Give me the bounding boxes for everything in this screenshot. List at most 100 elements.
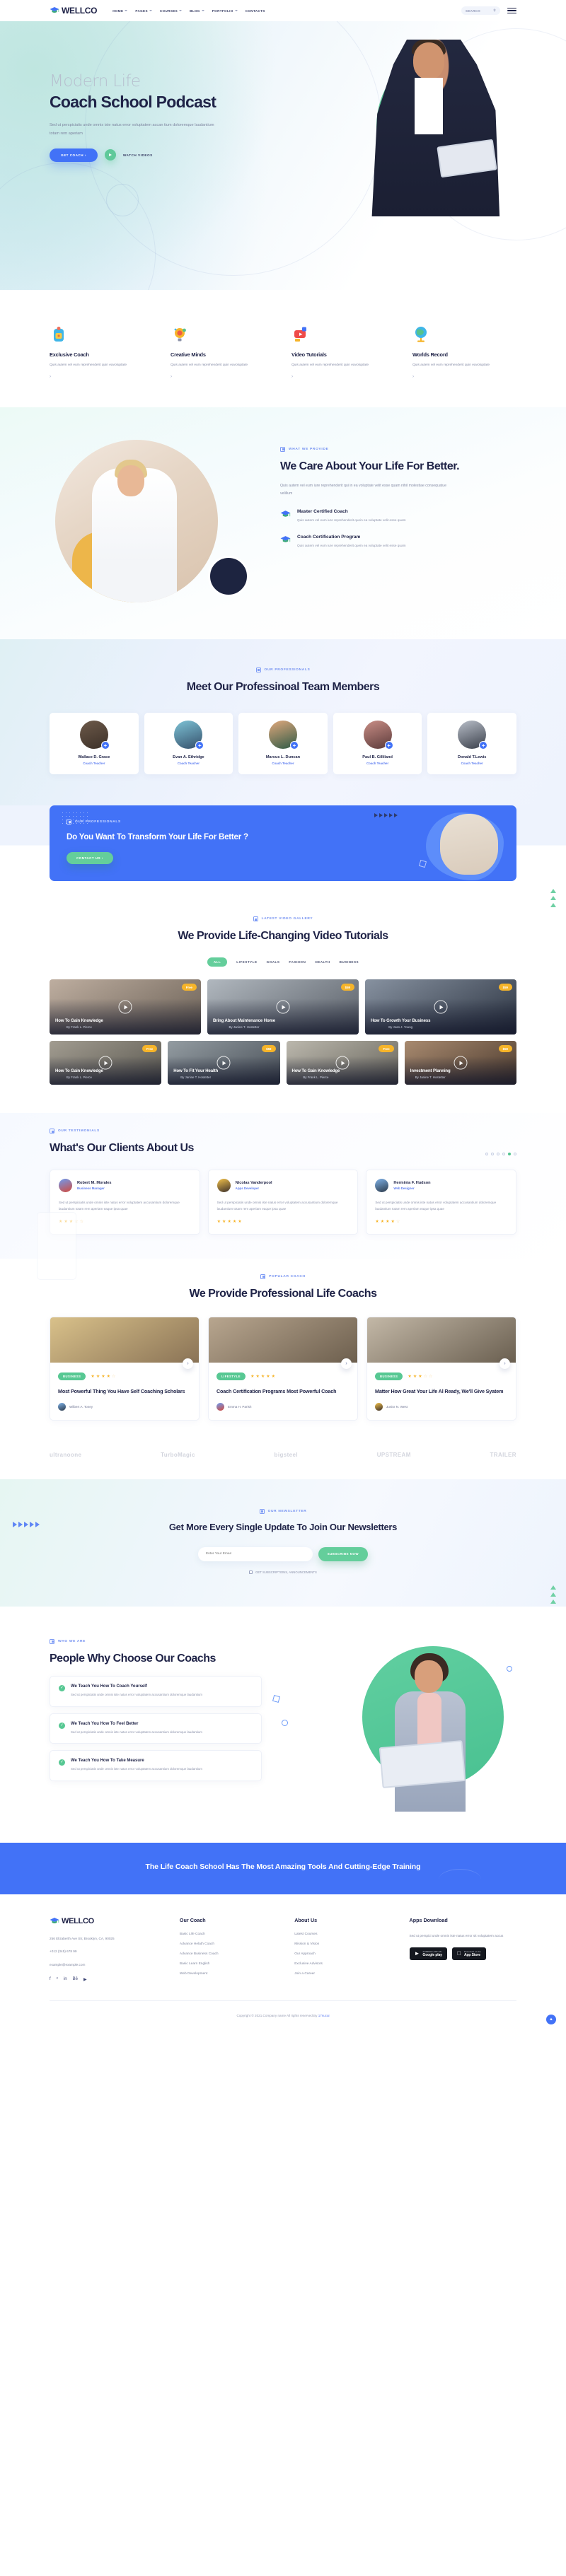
youtube-icon[interactable]: ▶ — [83, 1977, 87, 1982]
play-icon[interactable] — [454, 1056, 468, 1070]
email-field[interactable] — [198, 1546, 313, 1561]
filter-health[interactable]: HEALTH — [315, 957, 330, 967]
footer-link[interactable]: Our Approach — [294, 1952, 396, 1956]
checkbox-icon[interactable] — [249, 1570, 253, 1574]
play-icon[interactable] — [335, 1056, 350, 1070]
footer-link[interactable]: Exclusive Advisors — [294, 1962, 396, 1966]
team-card[interactable]: + Donald T.Lewis Coach Teacher — [427, 712, 516, 774]
filter-all[interactable]: ALL — [207, 957, 228, 967]
carousel-dot[interactable] — [497, 1153, 499, 1156]
nav-item-blog[interactable]: BLOG — [190, 9, 204, 13]
footer-link[interactable]: Web Development — [180, 1972, 282, 1976]
carousel-dots[interactable] — [485, 1153, 516, 1156]
footer-link[interactable]: Advance Helath Coach — [180, 1942, 282, 1946]
chevron-down-icon — [201, 10, 204, 11]
subscribe-button[interactable]: SUBSCRIBE NOW — [318, 1546, 368, 1561]
video-filters: ALL LIFESTYLE GOALS FASHION HEALTH BUSIN… — [50, 957, 516, 967]
why-laptop-prop — [379, 1739, 466, 1788]
video-card[interactable]: $59 How To Growth Your Business By Joan J… — [365, 979, 516, 1035]
coach-card[interactable]: › BUSINESS ★ ★ ★ ☆ ☆ Matter How Great Your L… — [366, 1316, 516, 1421]
video-card[interactable]: $59 Bring About Maintenance Home By Janin… — [207, 979, 359, 1035]
filter-business[interactable]: BUSINESS — [340, 957, 359, 967]
video-card[interactable]: $59 How To Fit Your Health By Janine T. H… — [168, 1041, 280, 1085]
footer-link[interactable]: Basic Life Coach — [180, 1933, 282, 1936]
google-play-button[interactable]: ► ANDROID APP ON Google play — [409, 1947, 447, 1961]
play-icon[interactable] — [118, 1000, 132, 1014]
plus-icon[interactable]: + — [384, 740, 393, 750]
feature-card[interactable]: Video Tutorials Quis autem vel eum repre… — [291, 325, 395, 379]
page-root: WELLCO HOME PAGES COURSES BLOG PORTFOLIO… — [0, 0, 566, 2035]
filter-goals[interactable]: GOALS — [267, 957, 280, 967]
feature-card[interactable]: Exclusive Coach Quis autem vel eum repre… — [50, 325, 154, 379]
contact-us-button[interactable]: CONTACT US › — [67, 852, 113, 865]
nav-item-portfolio[interactable]: PORTFOLIO — [212, 9, 238, 13]
app-store-button[interactable]:  Download on the App Store — [451, 1947, 486, 1961]
filter-fashion[interactable]: FASHION — [289, 957, 306, 967]
carousel-dot[interactable] — [502, 1153, 505, 1156]
get-coach-button[interactable]: GET COACH › — [50, 148, 98, 162]
footer-link[interactable]: Basic Learn English — [180, 1962, 282, 1966]
footer-link[interactable]: Advance Business Coach — [180, 1952, 282, 1956]
hamburger-icon[interactable] — [507, 7, 516, 14]
watch-videos-label[interactable]: WATCH VIDEOS — [123, 153, 153, 157]
team-card[interactable]: + Marcus L. Duncan Coach Teacher — [238, 712, 328, 774]
footer-email[interactable]: example@example.com — [50, 1962, 134, 1969]
coach-card[interactable]: › LIFESTYLE ★ ★ ★ ★ ★ Coach Certification Pr… — [208, 1316, 358, 1421]
nav-item-contacts[interactable]: CONTACTS — [246, 9, 265, 13]
video-card[interactable]: Free How To Gain Knowledge By Frank L. Pi… — [286, 1041, 398, 1085]
video-card[interactable]: Free How To Gain Knowledge By Frank L. Pi… — [50, 1041, 162, 1085]
team-card[interactable]: + Evan A. Ethridge Coach Teacher — [144, 712, 233, 774]
linkedin-icon[interactable]: in — [64, 1977, 67, 1982]
accordion-item[interactable]: ✓ We Teach You How To Take Measure Sed u… — [50, 1750, 262, 1782]
footer-logo[interactable]: WELLCO — [50, 1917, 167, 1925]
chevron-right-icon[interactable]: › — [171, 375, 275, 379]
footer-link[interactable]: Mission & Vision — [294, 1942, 396, 1946]
nav-item-home[interactable]: HOME — [112, 9, 128, 13]
play-icon[interactable] — [276, 1000, 290, 1014]
video-card[interactable]: Free How To Gain Knowledge By Frank L. Pi… — [50, 979, 201, 1035]
footer-phone[interactable]: +012 (345) 678 99 — [50, 1948, 134, 1955]
plus-icon[interactable]: + — [195, 740, 204, 750]
chevron-right-icon[interactable]: › — [50, 375, 154, 379]
team-card[interactable]: + Paul B. Gilliland Coach Teacher — [333, 712, 422, 774]
newsletter-consent[interactable]: GET SUBSCRIPTIONS, ANNOUNCEMENTS — [50, 1570, 516, 1574]
chevron-down-icon — [149, 10, 152, 11]
search-icon[interactable]: ⚲ — [493, 8, 496, 13]
chevron-right-icon[interactable]: › — [341, 1358, 352, 1369]
accordion-item[interactable]: ✓ We Teach You How To Feel Better Sed ut… — [50, 1713, 262, 1744]
footer-link[interactable]: Join a Career — [294, 1972, 396, 1976]
carousel-dot[interactable] — [514, 1153, 516, 1156]
team-name: Wallace D. Grace — [78, 754, 110, 759]
nav-item-pages[interactable]: PAGES — [135, 9, 152, 13]
plus-icon[interactable]: + — [289, 740, 299, 750]
carousel-dot[interactable] — [485, 1153, 488, 1156]
play-icon[interactable] — [216, 1056, 231, 1070]
plus-icon[interactable]: + — [479, 740, 488, 750]
team-card[interactable]: + Wallace D. Grace Coach Teacher — [50, 712, 139, 774]
chevron-down-icon — [125, 10, 128, 11]
chevron-right-icon[interactable]: › — [499, 1358, 510, 1369]
copyright-link[interactable]: 17sucai — [318, 2014, 330, 2017]
nav-item-courses[interactable]: COURSES — [160, 9, 183, 13]
search-input[interactable]: SEARCH ⚲ — [461, 6, 500, 15]
play-icon[interactable] — [434, 1000, 448, 1014]
carousel-dot[interactable] — [491, 1153, 494, 1156]
facebook-icon[interactable]: f — [50, 1977, 51, 1982]
chevron-right-icon[interactable]: › — [291, 375, 395, 379]
behance-icon[interactable]: Bē — [73, 1977, 78, 1982]
play-icon[interactable] — [98, 1056, 112, 1070]
filter-lifestyle[interactable]: LIFESTYLE — [236, 957, 257, 967]
feature-card[interactable]: Worlds Record Quis autem vel eum reprehe… — [412, 325, 516, 379]
chevron-right-icon[interactable]: › — [412, 375, 516, 379]
twitter-icon[interactable]: ᵒ — [57, 1977, 58, 1982]
accordion-item[interactable]: ✓ We Teach You How To Coach Yourself Sed… — [50, 1675, 262, 1707]
site-logo[interactable]: WELLCO — [50, 6, 98, 16]
plus-icon[interactable]: + — [100, 740, 110, 750]
footer-link[interactable]: Latest Courses — [294, 1933, 396, 1936]
coach-card[interactable]: › BUSINESS ★ ★ ★ ★ ☆ Most Powerful Thing You… — [50, 1316, 200, 1421]
video-card[interactable]: $59 Investment Planning By Janine T. Host… — [404, 1041, 516, 1085]
chevron-right-icon[interactable]: › — [183, 1358, 193, 1369]
play-icon[interactable] — [104, 149, 116, 161]
carousel-dot-active[interactable] — [508, 1153, 511, 1156]
feature-card[interactable]: Creative Minds Quis autem vel eum repreh… — [171, 325, 275, 379]
